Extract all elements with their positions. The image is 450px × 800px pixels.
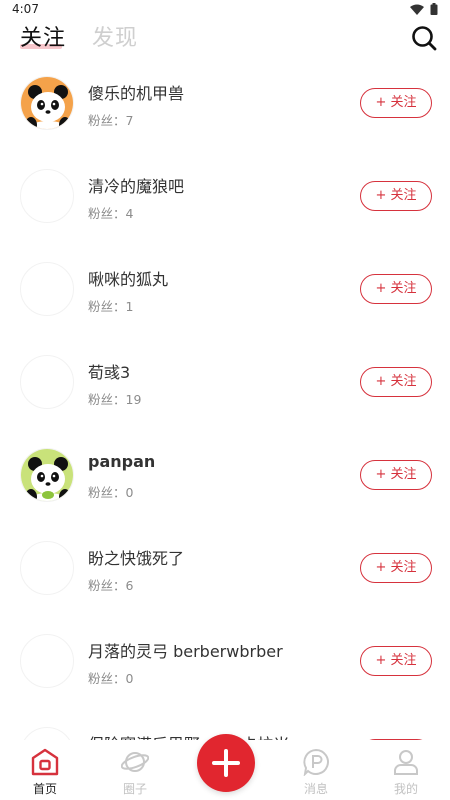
tab-follow[interactable]: 关注 [20,20,66,52]
user-fans-count: 粉丝：6 [88,578,134,593]
user-item[interactable]: 荀彧3 粉丝：19 + 关注 [0,343,450,436]
nav-label: 首页 [32,782,57,796]
user-name: panpan [88,452,156,471]
panda-avatar-icon [21,77,73,129]
plus-icon [212,749,240,777]
planet-icon [121,752,149,772]
nav-item-home[interactable]: 首页 [5,740,85,800]
user-name: 月落的灵弓 berberwbrber [88,642,283,661]
follow-button[interactable]: + 关注 [360,553,432,583]
follow-button[interactable]: + 关注 [360,646,432,676]
follow-button[interactable]: + 关注 [360,274,432,304]
user-fans-count: 粉丝：0 [88,671,134,686]
status-time: 4:07 [12,2,39,16]
user-name: 荀彧3 [88,363,131,382]
bottom-nav: 首页 圈子 消息 我的 [0,734,450,800]
user-name: 保险赛满后思野 ... 心卡拉米 [88,731,289,740]
avatar[interactable] [20,634,74,688]
battery-icon [430,3,438,15]
header: 关注 发现 [0,18,450,68]
create-post-button[interactable] [197,734,255,792]
user-fans-count: 粉丝：19 [88,392,142,407]
nav-item-circle[interactable]: 圈子 [95,740,175,800]
panda-avatar-icon [21,449,73,501]
user-fans-count: 粉丝：7 [88,113,134,128]
search-icon [412,26,437,51]
user-name: 傻乐的机甲兽 [88,84,185,103]
avatar[interactable] [20,262,74,316]
follow-button[interactable]: + 关注 [360,181,432,211]
user-name: 盼之快饿死了 [88,549,185,568]
avatar[interactable] [20,355,74,409]
app-screen: 4:07 关注 发现 傻乐的机甲兽 粉丝：7 + 关注 清冷的魔狼吧 粉丝：4 … [0,0,450,800]
status-icons [410,3,438,15]
nav-label: 圈子 [122,782,147,796]
home-icon [31,748,59,776]
user-item[interactable]: 傻乐的机甲兽 粉丝：7 + 关注 [0,64,450,157]
avatar[interactable] [20,727,74,740]
nav-label: 我的 [393,782,418,796]
follow-button[interactable]: + 关注 [360,460,432,490]
search-button[interactable] [410,24,438,52]
status-bar: 4:07 [0,0,450,20]
user-fans-count: 粉丝：0 [88,485,134,500]
user-name: 清冷的魔狼吧 [88,177,185,196]
profile-icon [394,750,418,775]
avatar[interactable] [20,76,74,130]
user-list: 傻乐的机甲兽 粉丝：7 + 关注 清冷的魔狼吧 粉丝：4 + 关注 啾咪的狐丸 … [0,64,450,740]
user-item[interactable]: 月落的灵弓 berberwbrber 粉丝：0 + 关注 [0,622,450,715]
user-item[interactable]: 清冷的魔狼吧 粉丝：4 + 关注 [0,157,450,250]
avatar[interactable] [20,169,74,223]
avatar[interactable] [20,448,74,502]
user-fans-count: 粉丝：1 [88,299,134,314]
user-item[interactable]: 盼之快饿死了 粉丝：6 + 关注 [0,529,450,622]
user-item[interactable]: 啾咪的狐丸 粉丝：1 + 关注 [0,250,450,343]
message-icon [303,748,329,776]
wifi-icon [410,4,424,15]
user-item[interactable]: panpan 粉丝：0 + 关注 [0,436,450,529]
user-name: 啾咪的狐丸 [88,270,169,289]
follow-button[interactable]: + 关注 [360,367,432,397]
tab-discover[interactable]: 发现 [92,20,138,52]
nav-item-profile[interactable]: 我的 [366,740,446,800]
user-fans-count: 粉丝：4 [88,206,134,221]
nav-label: 消息 [303,782,328,796]
nav-item-messages[interactable]: 消息 [276,740,356,800]
follow-button[interactable]: + 关注 [360,88,432,118]
avatar[interactable] [20,541,74,595]
